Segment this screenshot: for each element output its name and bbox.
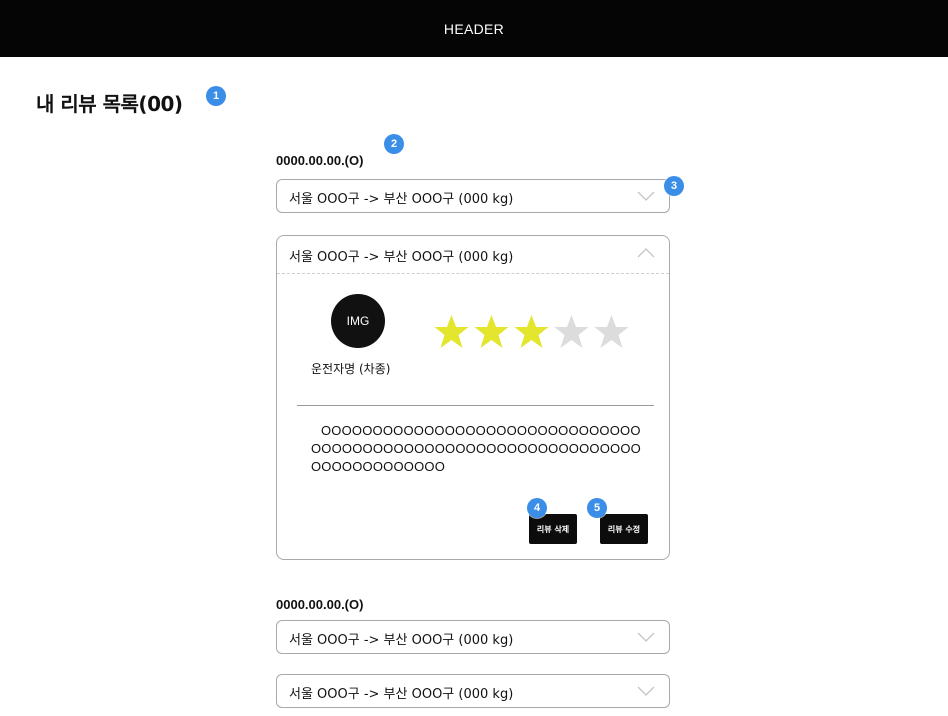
route-label: 서울 OOO구 -> 부산 OOO구 (000 kg) <box>289 250 514 265</box>
review-item-collapsed[interactable]: 서울 OOO구 -> 부산 OOO구 (000 kg) <box>276 674 670 708</box>
review-item-collapsed[interactable]: 서울 OOO구 -> 부산 OOO구 (000 kg) <box>276 620 670 654</box>
star-empty-icon <box>594 315 629 348</box>
annotation-badge-5: 5 <box>587 498 607 518</box>
chevron-down-icon <box>637 632 655 642</box>
annotation-badge-1: 1 <box>206 86 226 106</box>
header-title: HEADER <box>443 20 505 37</box>
driver-avatar: IMG <box>331 294 385 348</box>
review-date: 0000.00.00.(O) <box>276 597 364 612</box>
page-title: 내 리뷰 목록(00) <box>36 92 183 116</box>
annotation-badge-3: 3 <box>664 176 684 196</box>
star-rating <box>433 314 630 349</box>
review-text: OOOOOOOOOOOOOOOOOOOOOOOOOOOOOOOOOOOOOOOO… <box>311 423 641 474</box>
annotation-badge-4: 4 <box>527 498 547 518</box>
divider <box>297 405 654 406</box>
review-date: 0000.00.00.(O) <box>276 153 364 168</box>
route-label: 서울 OOO구 -> 부산 OOO구 (000 kg) <box>289 192 514 207</box>
edit-review-button[interactable]: 리뷰 수정 <box>600 514 648 544</box>
review-item-expanded: 서울 OOO구 -> 부산 OOO구 (000 kg) IMG 운전자명 (차종… <box>276 235 670 560</box>
route-label: 서울 OOO구 -> 부산 OOO구 (000 kg) <box>289 633 514 648</box>
route-label: 서울 OOO구 -> 부산 OOO구 (000 kg) <box>289 687 514 702</box>
chevron-up-icon <box>637 248 655 258</box>
driver-name: 운전자명 (차종) <box>311 362 391 376</box>
review-item-collapsed[interactable]: 서울 OOO구 -> 부산 OOO구 (000 kg) <box>276 179 670 213</box>
avatar-label: IMG <box>346 314 370 328</box>
star-empty-icon <box>554 315 589 348</box>
star-filled-icon <box>434 315 469 348</box>
chevron-down-icon <box>637 191 655 201</box>
star-filled-icon <box>514 315 549 348</box>
app-header: HEADER <box>0 0 948 57</box>
chevron-down-icon <box>637 686 655 696</box>
star-filled-icon <box>474 315 509 348</box>
annotation-badge-2: 2 <box>384 134 404 154</box>
review-item-header[interactable]: 서울 OOO구 -> 부산 OOO구 (000 kg) <box>277 236 669 274</box>
delete-review-button[interactable]: 리뷰 삭제 <box>529 514 577 544</box>
